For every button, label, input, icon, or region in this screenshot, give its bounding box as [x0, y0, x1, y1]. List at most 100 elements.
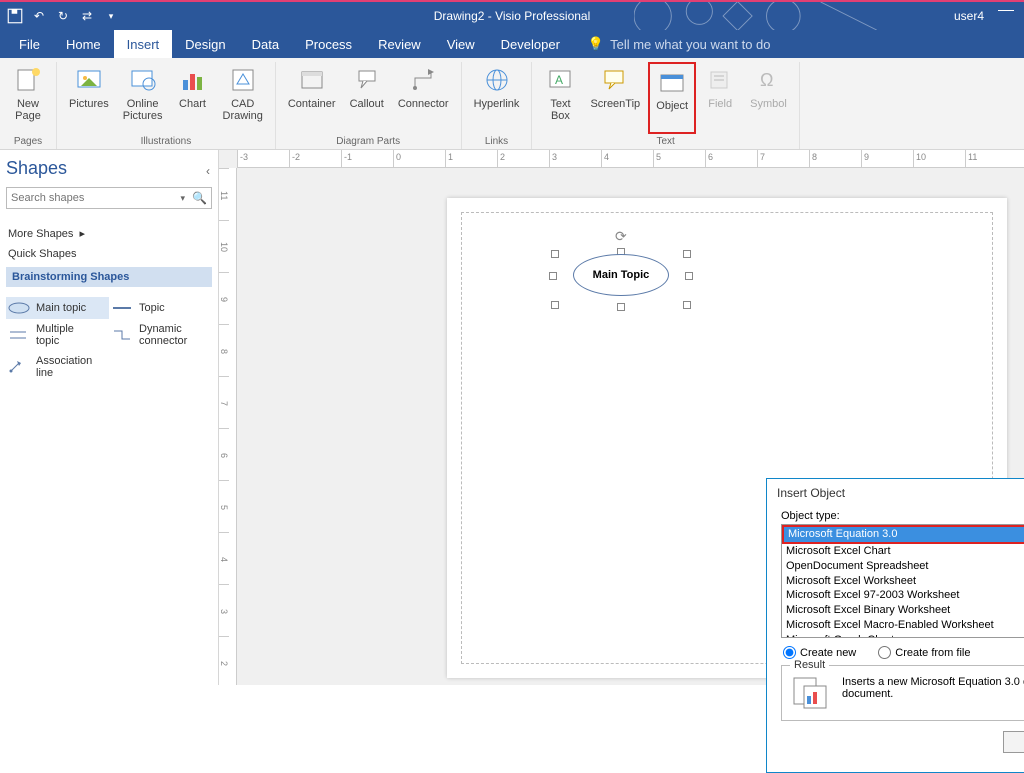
shape-main-topic[interactable]: Main topic [6, 297, 109, 319]
cad-label: CAD Drawing [223, 98, 263, 122]
object-type-label: Object type: [781, 510, 1024, 522]
quick-access-toolbar: ↶ ↻ ⇄ ▾ [0, 7, 120, 25]
search-icon[interactable]: 🔍 [188, 191, 211, 205]
symbol-label: Symbol [750, 98, 787, 110]
more-shapes-link[interactable]: More Shapes ▸ [6, 223, 212, 244]
screentip-button[interactable]: ScreenTip [584, 62, 646, 134]
textbox-label: Text Box [550, 98, 570, 122]
search-dropdown-icon[interactable]: ▾ [178, 193, 189, 204]
handle[interactable] [551, 250, 559, 258]
object-type-item[interactable]: Microsoft Excel Worksheet [782, 574, 1024, 589]
chart-button[interactable]: Chart [171, 62, 215, 134]
shapes-search[interactable]: ▾ 🔍 [6, 187, 212, 209]
create-from-file-radio[interactable]: Create from file [878, 646, 970, 659]
group-text-label: Text [656, 134, 674, 149]
connector-label: Connector [398, 98, 449, 110]
repeat-icon[interactable]: ⇄ [78, 7, 96, 25]
group-text: AText Box ScreenTip Object Field Ω Symbol… [532, 62, 799, 149]
main-topic-shape[interactable]: ⟳ Main Topic [551, 232, 691, 318]
object-type-list[interactable]: Microsoft Equation 3.0Microsoft Excel Ch… [781, 524, 1024, 638]
result-text: Inserts a new Microsoft Equation 3.0 obj… [842, 676, 1024, 700]
handle[interactable] [683, 301, 691, 309]
group-pages: New Page Pages [0, 62, 57, 149]
undo-icon[interactable]: ↶ [30, 7, 48, 25]
shape-association-line[interactable]: Association line [6, 351, 109, 383]
shapes-search-input[interactable] [7, 192, 178, 204]
quick-shapes-link[interactable]: Quick Shapes [6, 244, 212, 264]
collapse-icon[interactable]: ‹ [206, 164, 210, 178]
tell-me-label: Tell me what you want to do [610, 37, 770, 52]
handle[interactable] [683, 250, 691, 258]
callout-button[interactable]: Callout [344, 62, 390, 134]
tab-review[interactable]: Review [365, 30, 434, 58]
object-type-item[interactable]: OpenDocument Spreadsheet [782, 559, 1024, 574]
ribbon: New Page Pages Pictures Online Pictures … [0, 58, 1024, 150]
title-bar: ↶ ↻ ⇄ ▾ Drawing2 - Visio Professional us… [0, 0, 1024, 30]
object-type-item[interactable]: Microsoft Equation 3.0 [782, 525, 1024, 544]
field-button[interactable]: Field [698, 62, 742, 134]
tell-me[interactable]: 💡 Tell me what you want to do [573, 30, 771, 58]
object-button[interactable]: Object [648, 62, 696, 134]
handle[interactable] [551, 301, 559, 309]
tab-data[interactable]: Data [239, 30, 292, 58]
shape-grid: Main topic Topic Multiple topic Dynamic … [6, 297, 212, 383]
object-type-item[interactable]: Microsoft Excel Macro-Enabled Worksheet [782, 618, 1024, 633]
online-pictures-label: Online Pictures [123, 98, 163, 122]
cad-button[interactable]: CAD Drawing [217, 62, 269, 134]
pictures-button[interactable]: Pictures [63, 62, 115, 134]
minimize-icon[interactable] [998, 10, 1014, 11]
shape-multiple-topic[interactable]: Multiple topic [6, 319, 109, 351]
group-diagram-parts-label: Diagram Parts [336, 134, 400, 149]
field-icon [704, 64, 736, 96]
result-legend: Result [790, 659, 829, 671]
shape-topic[interactable]: Topic [109, 297, 212, 319]
handle[interactable] [617, 303, 625, 311]
container-button[interactable]: Container [282, 62, 342, 134]
main-topic-label[interactable]: Main Topic [573, 254, 669, 296]
menu-bar: File Home Insert Design Data Process Rev… [0, 30, 1024, 58]
new-page-button[interactable]: New Page [6, 62, 50, 134]
bulb-icon: 💡 [588, 36, 604, 52]
workspace: Shapes ‹ ▾ 🔍 More Shapes ▸ Quick Shapes … [0, 150, 1024, 685]
tab-developer[interactable]: Developer [488, 30, 573, 58]
create-new-radio[interactable]: Create new [783, 646, 856, 659]
online-pictures-button[interactable]: Online Pictures [117, 62, 169, 134]
textbox-button[interactable]: AText Box [538, 62, 582, 134]
hyperlink-button[interactable]: Hyperlink [468, 62, 526, 134]
object-type-item[interactable]: Microsoft Excel 97-2003 Worksheet [782, 588, 1024, 603]
new-page-icon [12, 64, 44, 96]
connector-icon [407, 64, 439, 96]
window-title: Drawing2 - Visio Professional [434, 9, 591, 23]
shape-dynamic-connector[interactable]: Dynamic connector [109, 319, 212, 351]
tab-design[interactable]: Design [172, 30, 238, 58]
pictures-label: Pictures [69, 98, 109, 110]
rotate-handle-icon[interactable]: ⟳ [615, 228, 627, 245]
object-type-item[interactable]: Microsoft Excel Binary Worksheet [782, 603, 1024, 618]
object-type-item[interactable]: Microsoft Excel Chart [782, 544, 1024, 559]
tab-insert[interactable]: Insert [114, 30, 173, 58]
qat-dropdown-icon[interactable]: ▾ [102, 7, 120, 25]
symbol-icon: Ω [753, 64, 785, 96]
symbol-button[interactable]: Ω Symbol [744, 62, 793, 134]
brainstorming-shapes-category[interactable]: Brainstorming Shapes [6, 267, 212, 287]
screentip-icon [599, 64, 631, 96]
handle[interactable] [685, 272, 693, 280]
callout-icon [351, 64, 383, 96]
object-type-item[interactable]: Microsoft Graph Chart [782, 633, 1024, 638]
hyperlink-icon [481, 64, 513, 96]
container-icon [296, 64, 328, 96]
tab-process[interactable]: Process [292, 30, 365, 58]
chart-label: Chart [179, 98, 206, 110]
redo-icon[interactable]: ↻ [54, 7, 72, 25]
user-name[interactable]: user4 [954, 9, 984, 23]
save-icon[interactable] [6, 7, 24, 25]
tab-file[interactable]: File [6, 30, 53, 58]
result-icon [792, 676, 830, 710]
handle[interactable] [549, 272, 557, 280]
ok-button[interactable]: OK [1003, 731, 1024, 753]
screentip-label: ScreenTip [590, 98, 640, 110]
tab-home[interactable]: Home [53, 30, 114, 58]
connector-button[interactable]: Connector [392, 62, 455, 134]
horizontal-ruler: -3-2-101234567891011 [237, 150, 1024, 168]
tab-view[interactable]: View [434, 30, 488, 58]
